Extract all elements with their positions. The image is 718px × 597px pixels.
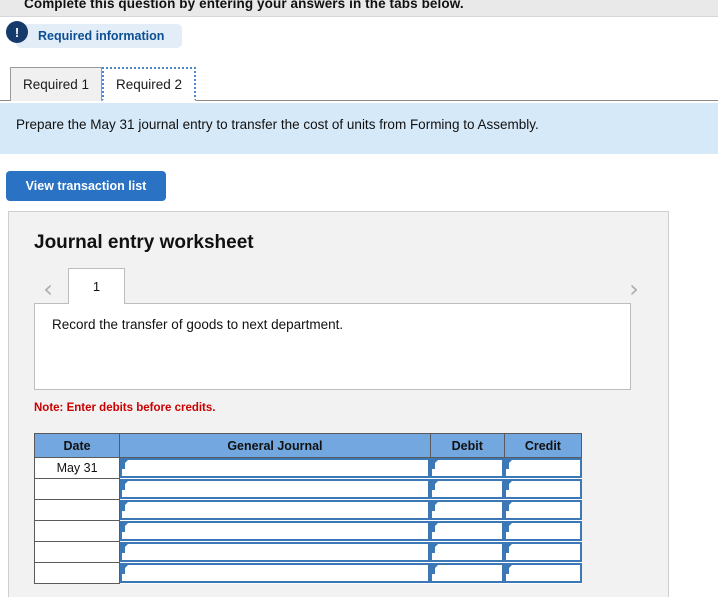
cell-credit[interactable] (504, 478, 582, 500)
table-row (33, 562, 582, 584)
required-information-pill: Required information (16, 24, 183, 48)
account-select[interactable] (120, 500, 431, 520)
tab-bar: Required 1 Required 2 (0, 62, 718, 101)
credit-input[interactable] (504, 500, 582, 520)
instruction-text: Prepare the May 31 journal entry to tran… (16, 117, 539, 132)
debit-input[interactable] (430, 521, 505, 541)
cell-debit[interactable] (430, 457, 505, 479)
column-header-general-journal: General Journal (119, 433, 431, 458)
cell-general-journal[interactable] (119, 478, 431, 500)
debit-input[interactable] (430, 500, 505, 520)
cell-date[interactable] (33, 562, 121, 584)
column-header-credit: Credit (503, 433, 583, 458)
credit-input[interactable] (504, 542, 582, 562)
exclamation-icon: ! (6, 21, 28, 43)
question-banner-text: Complete this question by entering your … (24, 0, 464, 11)
cell-general-journal[interactable] (119, 562, 431, 584)
debit-input[interactable] (430, 479, 505, 499)
tab-required-2[interactable]: Required 2 (102, 67, 196, 101)
table-row: May 31 (33, 457, 582, 479)
tab-required-1-label: Required 1 (22, 77, 90, 92)
required-information-label: Required information (38, 29, 165, 43)
table-header-row: Date General Journal Debit Credit (33, 433, 583, 458)
column-header-date: Date (33, 433, 121, 458)
cell-general-journal[interactable] (119, 541, 431, 563)
view-transaction-list-button[interactable]: View transaction list (6, 171, 166, 201)
table-row (33, 541, 582, 563)
cell-date[interactable] (33, 499, 121, 521)
column-header-debit: Debit (429, 433, 505, 458)
account-select[interactable] (120, 542, 431, 562)
cell-debit[interactable] (430, 541, 505, 563)
debits-before-credits-note: Note: Enter debits before credits. (34, 402, 216, 414)
cell-debit[interactable] (430, 520, 505, 542)
credit-input[interactable] (504, 563, 582, 583)
cell-general-journal[interactable] (119, 520, 431, 542)
journal-entry-table-body: May 31 (33, 457, 582, 584)
account-select[interactable] (120, 479, 431, 499)
instruction-panel: Prepare the May 31 journal entry to tran… (0, 103, 718, 154)
debit-input[interactable] (430, 542, 505, 562)
account-select[interactable] (120, 458, 431, 479)
worksheet-page-tab-1[interactable]: 1 (68, 268, 125, 304)
credit-input[interactable] (504, 479, 582, 499)
table-row (33, 520, 582, 542)
cell-date[interactable] (33, 541, 121, 563)
credit-input[interactable] (504, 521, 582, 541)
journal-entry-table: Date General Journal Debit Credit May 31 (33, 433, 583, 584)
cell-general-journal[interactable] (119, 499, 431, 521)
tab-required-1[interactable]: Required 1 (10, 67, 102, 101)
cell-debit[interactable] (430, 562, 505, 584)
cell-credit[interactable] (504, 499, 582, 521)
account-select[interactable] (120, 521, 431, 541)
credit-input[interactable] (504, 458, 582, 479)
cell-date[interactable]: May 31 (33, 457, 121, 479)
worksheet-description-box: Record the transfer of goods to next dep… (34, 303, 631, 390)
cell-debit[interactable] (430, 478, 505, 500)
question-banner: Complete this question by entering your … (0, 0, 718, 17)
cell-credit[interactable] (504, 541, 582, 563)
cell-general-journal[interactable] (119, 457, 431, 479)
chevron-right-icon[interactable]: › (621, 274, 647, 304)
cell-credit[interactable] (504, 562, 582, 584)
cell-date[interactable] (33, 478, 121, 500)
account-select[interactable] (120, 563, 431, 583)
debit-input[interactable] (430, 563, 505, 583)
cell-credit[interactable] (504, 457, 582, 479)
cell-credit[interactable] (504, 520, 582, 542)
worksheet-title: Journal entry worksheet (34, 232, 254, 253)
cell-debit[interactable] (430, 499, 505, 521)
table-row (33, 499, 582, 521)
cell-date[interactable] (33, 520, 121, 542)
debit-input[interactable] (430, 458, 505, 479)
table-row (33, 478, 582, 500)
worksheet-description-text: Record the transfer of goods to next dep… (52, 317, 344, 332)
journal-entry-worksheet-panel: Journal entry worksheet ‹ › 1 Record the… (8, 211, 669, 597)
tab-required-2-label: Required 2 (115, 76, 183, 92)
chevron-left-icon[interactable]: ‹ (35, 274, 61, 304)
